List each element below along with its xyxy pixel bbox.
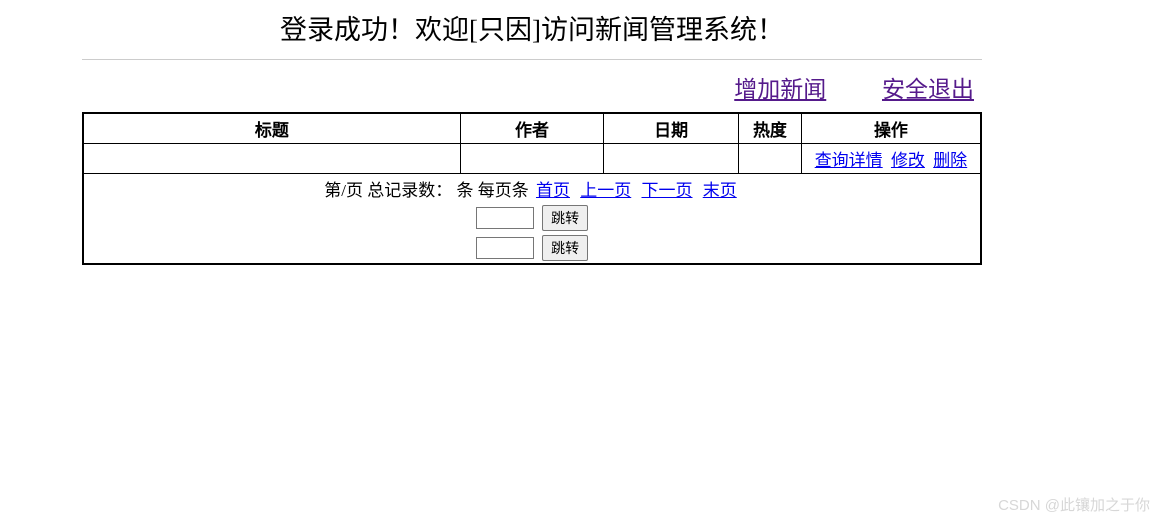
page-title: 登录成功！欢迎[只因]访问新闻管理系统！	[82, 8, 982, 47]
th-author: 作者	[460, 113, 604, 144]
pager-row: 第/页 总记录数： 条 每页条 首页 上一页 下一页 末页 跳转 跳转	[83, 174, 981, 265]
logout-link[interactable]: 安全退出	[882, 77, 974, 102]
table-row: 查询详情 修改 删除	[83, 144, 981, 174]
th-title: 标题	[83, 113, 460, 144]
divider	[82, 59, 982, 60]
edit-link[interactable]: 修改	[891, 151, 925, 170]
pager-text-line: 第/页 总记录数： 条 每页条 首页 上一页 下一页 末页	[88, 176, 976, 201]
jump-row-2: 跳转	[88, 235, 976, 261]
jump-button-2[interactable]: 跳转	[542, 235, 588, 261]
pager-prefix: 第	[324, 181, 341, 200]
th-date: 日期	[604, 113, 739, 144]
jump-button-1[interactable]: 跳转	[542, 205, 588, 231]
delete-link[interactable]: 删除	[933, 151, 967, 170]
th-hot: 热度	[739, 113, 802, 144]
cell-date	[604, 144, 739, 174]
table-header-row: 标题 作者 日期 热度 操作	[83, 113, 981, 144]
top-links-bar: 增加新闻 安全退出	[82, 70, 982, 104]
th-op: 操作	[801, 113, 981, 144]
pager-cell: 第/页 总记录数： 条 每页条 首页 上一页 下一页 末页 跳转 跳转	[83, 174, 981, 265]
pager-next-link[interactable]: 下一页	[641, 181, 692, 200]
pager-first-link[interactable]: 首页	[536, 181, 570, 200]
jump-input-2[interactable]	[476, 237, 534, 259]
pager-suffix-perpage: 条	[512, 181, 529, 200]
cell-author	[460, 144, 604, 174]
cell-title	[83, 144, 460, 174]
pager-sep: /页 总记录数：	[341, 181, 452, 200]
add-news-link[interactable]: 增加新闻	[734, 77, 826, 102]
jump-input-1[interactable]	[476, 207, 534, 229]
pager-last-link[interactable]: 末页	[703, 181, 737, 200]
watermark: CSDN @此镶加之于你	[998, 494, 1150, 515]
pager-prev-link[interactable]: 上一页	[580, 181, 631, 200]
cell-hot	[739, 144, 802, 174]
pager-suffix-records: 条 每页	[456, 181, 511, 200]
jump-row-1: 跳转	[88, 205, 976, 231]
cell-op: 查询详情 修改 删除	[801, 144, 981, 174]
news-table: 标题 作者 日期 热度 操作 查询详情 修改 删除 第/页 总记录数： 条 每页…	[82, 112, 982, 265]
detail-link[interactable]: 查询详情	[815, 151, 883, 170]
